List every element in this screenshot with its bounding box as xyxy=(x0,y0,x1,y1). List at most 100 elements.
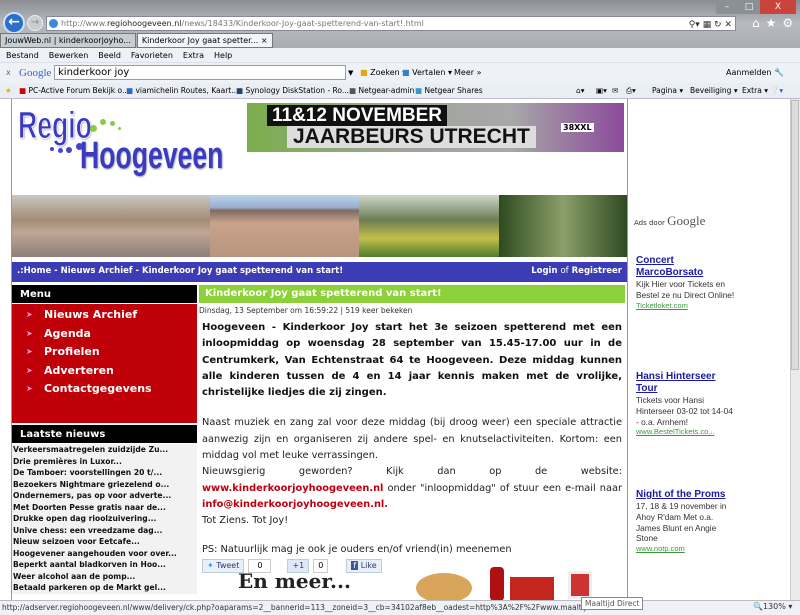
zoom-control[interactable]: 🔍130% ▾ xyxy=(753,602,792,611)
website-link[interactable]: www.kinderkoorjoyhoogeveen.nl xyxy=(202,483,383,494)
news-item[interactable]: Beperkt aantal bladkorven in Hoo... xyxy=(13,559,197,571)
menu-bewerken[interactable]: Bewerken xyxy=(49,51,89,60)
news-item[interactable]: Unive chess: een vreedzame dag... xyxy=(13,525,197,537)
arrow-icon: ➤ xyxy=(26,310,33,319)
tab-close-icon[interactable]: × xyxy=(261,36,268,45)
login-link[interactable]: Login xyxy=(531,266,557,276)
menu-bestand[interactable]: Bestand xyxy=(6,51,39,60)
fav-viamichelin[interactable]: ■ viamichelin Routes, Kaart... xyxy=(126,83,238,99)
address-tools-icons[interactable]: ⚲▾ ▦ ↻ ✕ xyxy=(689,19,732,32)
news-item[interactable]: Drukke open dag rioolzuivering... xyxy=(13,513,197,525)
menu-favorieten[interactable]: Favorieten xyxy=(131,51,173,60)
toolbar-close-icon[interactable]: x xyxy=(6,63,11,83)
news-item[interactable]: Hoogevener aangehouden voor over... xyxy=(13,548,197,560)
maaltijddirect-ad[interactable]: En meer... xyxy=(238,567,592,600)
window-controls[interactable]: – □ X xyxy=(716,0,796,14)
news-item[interactable]: Met Doorten Pesse gratis naar de... xyxy=(13,502,197,514)
news-item[interactable]: De Tamboer: voorstellingen 20 t/... xyxy=(13,467,197,479)
scrollbar-thumb[interactable] xyxy=(791,100,799,370)
menu-item-profielen[interactable]: ➤ Profielen xyxy=(12,343,197,362)
google-search-input[interactable]: kinderkoor joy xyxy=(54,65,346,80)
ad-url[interactable]: www.notp.com xyxy=(636,544,736,553)
ad-hansi[interactable]: Hansi Hinterseer Tour Tickets voor Hansi… xyxy=(636,371,736,436)
ad-url[interactable]: Ticketloket.com xyxy=(636,301,736,310)
status-url: http://adserver.regiohoogeveen.nl/www/de… xyxy=(2,603,638,612)
google-ads-logo: Google xyxy=(667,213,706,228)
extra-menu[interactable]: Extra ▾ xyxy=(742,83,768,99)
home-icon[interactable]: ⌂▾ xyxy=(576,83,585,99)
close-window-button[interactable]: X xyxy=(760,0,796,14)
fav-synology[interactable]: ■ Synology DiskStation - Ro... xyxy=(236,83,349,99)
forward-button[interactable]: → xyxy=(27,15,43,31)
menu-item-label: Contactgegevens xyxy=(44,382,152,395)
news-item[interactable]: Weer alcohol aan de pomp... xyxy=(13,571,197,583)
meer-button[interactable]: Meer » xyxy=(454,63,481,83)
arrow-icon: ➤ xyxy=(26,365,33,375)
menu-help[interactable]: Help xyxy=(214,51,232,60)
ad-night-of-the-proms[interactable]: Night of the Proms 17, 18 & 19 november … xyxy=(636,489,736,553)
home-favorites-tools-icons[interactable]: ⌂★⚙ xyxy=(752,16,799,30)
help-icon[interactable]: ❔▾ xyxy=(770,83,783,99)
ad-title[interactable]: Night of the Proms xyxy=(636,489,736,501)
fav-pcactive[interactable]: ■ PC-Active Forum Bekijk o... xyxy=(19,83,129,99)
news-item[interactable]: Nieuw seizoen voor Eetcafe... xyxy=(13,536,197,548)
menu-item-adverteren[interactable]: ➤ Adverteren xyxy=(12,362,197,381)
ads-by-google[interactable]: Ads door Google xyxy=(634,213,705,229)
ad-url[interactable]: www.BestelTickets.co... xyxy=(636,427,736,436)
tab-kinderkoor[interactable]: Kinderkoor Joy gaat spetter... × xyxy=(136,33,273,48)
beveiliging-menu[interactable]: Beveiliging ▾ xyxy=(690,83,738,99)
viamichelin-icon: ■ xyxy=(126,86,134,95)
news-item[interactable]: Verkeersmaatregelen zuidzijde Zu... xyxy=(13,444,197,456)
menu-extra[interactable]: Extra xyxy=(183,51,204,60)
vertalen-button[interactable]: ■ Vertalen ▾ xyxy=(402,63,452,83)
fav-netgear-shares[interactable]: ■ Netgear Shares xyxy=(415,83,483,99)
fav-label: Netgear Shares xyxy=(424,86,483,95)
email-link[interactable]: info@kinderkoorjoyhoogeveen.nl. xyxy=(202,499,388,510)
menu-beeld[interactable]: Beeld xyxy=(98,51,121,60)
facebook-like-button[interactable]: f Like xyxy=(346,558,382,573)
latest-news-heading: Laatste nieuws xyxy=(12,425,197,444)
back-button[interactable]: ← xyxy=(3,12,25,34)
tweet-label: Tweet xyxy=(216,560,240,570)
site-nav-bar: .:Home - Nieuws Archief - Kinderkoor Joy… xyxy=(12,262,627,282)
fav-label: Synology DiskStation - Ro... xyxy=(245,86,350,95)
tab-jouwweb[interactable]: JouwWeb.nl | kinderkoorjoyho... xyxy=(0,33,136,48)
maximize-button[interactable]: □ xyxy=(738,0,760,14)
minimize-button[interactable]: – xyxy=(716,0,738,14)
breadcrumb[interactable]: .:Home - Nieuws Archief - Kinderkoor Joy… xyxy=(17,266,343,276)
ad-title[interactable]: Concert MarcoBorsato xyxy=(636,255,736,279)
aanmelden-button[interactable]: Aanmelden 🔧 xyxy=(726,63,784,83)
banner-badge: 38XXL xyxy=(561,123,594,132)
aanmelden-label: Aanmelden xyxy=(726,68,772,77)
address-bar[interactable]: http://www.regiohoogeveen.nl/news/18433/… xyxy=(46,16,736,31)
news-item[interactable]: Bezoekers Nightmare griezelend o... xyxy=(13,479,197,491)
news-item[interactable]: Drie premières in Luxor... xyxy=(13,456,197,468)
search-query: kinderkoor joy xyxy=(58,67,130,78)
fav-netgear-admin[interactable]: ■ Netgear-admin xyxy=(349,83,414,99)
banner-date: 11&12 NOVEMBER xyxy=(267,105,448,126)
tab-label: Kinderkoor Joy gaat spetter... xyxy=(141,36,259,45)
of-text: of xyxy=(560,266,569,276)
article-meta: Dinsdag, 13 September om 16:59:22 | 519 … xyxy=(199,306,413,315)
pagina-menu[interactable]: Pagina ▾ xyxy=(652,83,683,99)
print-icon[interactable]: ⎙▾ xyxy=(626,83,636,99)
menu-item-nieuws-archief[interactable]: ➤ Nieuws Archief xyxy=(12,306,197,325)
jaarbeurs-banner-ad[interactable]: 11&12 NOVEMBER JAARBEURS UTRECHT 38XXL xyxy=(247,103,624,152)
ad-marcoborsato[interactable]: Concert MarcoBorsato Kijk Hier voor Tick… xyxy=(636,255,736,310)
ad-title[interactable]: Hansi Hinterseer Tour xyxy=(636,371,736,395)
mail-icon[interactable]: ✉ xyxy=(612,83,618,99)
translate-icon: ■ xyxy=(402,68,410,77)
status-bar: http://adserver.regiohoogeveen.nl/www/de… xyxy=(0,600,800,615)
regiohoogeveen-logo[interactable]: Regio Hoogeveen xyxy=(18,107,243,179)
favorites-star-icon[interactable]: ★ xyxy=(5,83,12,99)
register-link[interactable]: Registreer xyxy=(572,266,622,276)
side-menu: ➤ Nieuws Archief ➤ Agenda ➤ Profielen ➤ Adve… xyxy=(12,304,197,425)
menu-item-agenda[interactable]: ➤ Agenda xyxy=(12,325,197,344)
search-dropdown-icon[interactable]: ▼ xyxy=(348,63,353,83)
wrench-icon[interactable]: 🔧 xyxy=(774,68,784,77)
news-item[interactable]: Ondernemers, pas op voor adverte... xyxy=(13,490,197,502)
zoeken-button[interactable]: ■ Zoeken ▾ xyxy=(360,63,406,83)
feeds-icon[interactable]: ▣▾ xyxy=(596,83,607,99)
menu-item-contactgegevens[interactable]: ➤ Contactgegevens xyxy=(12,380,197,399)
news-item[interactable]: Betaald parkeren op de Markt gel... xyxy=(13,582,197,594)
